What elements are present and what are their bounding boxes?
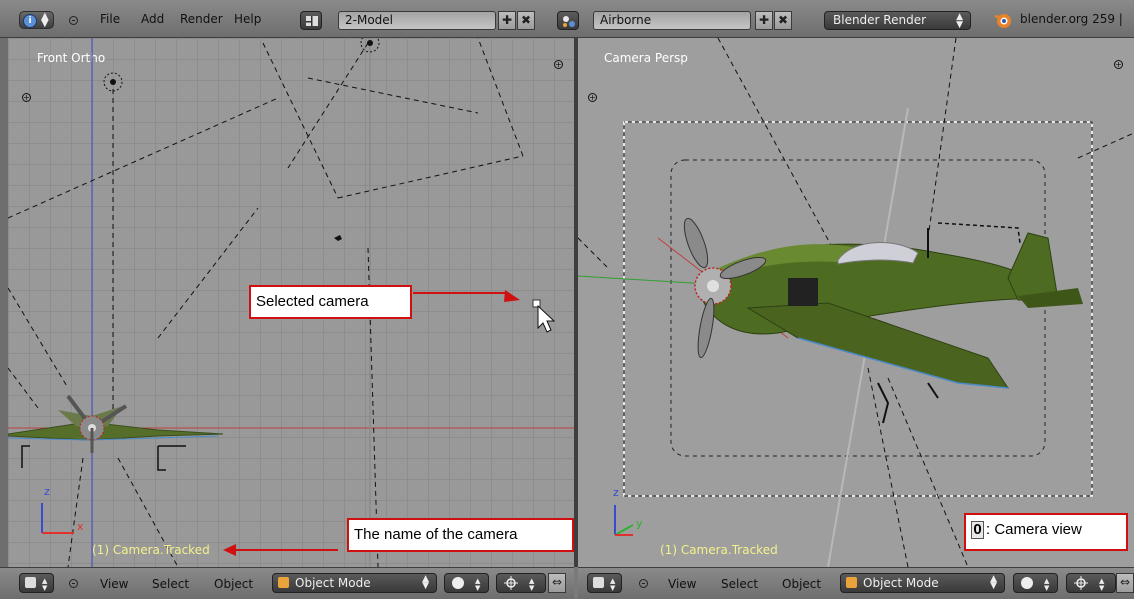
menu-file[interactable]: File xyxy=(100,12,120,26)
editor-type-button[interactable]: ▲ ▼ xyxy=(587,573,622,593)
menu-add[interactable]: Add xyxy=(141,12,164,26)
annotation-camera-name: The name of the camera xyxy=(347,518,574,552)
editor-type-button[interactable]: i ▲ ▼ xyxy=(19,11,54,29)
camera-view-label: : Camera view xyxy=(986,521,1082,538)
render-engine-label: Blender Render xyxy=(833,13,927,27)
active-object-label: (1) Camera.Tracked xyxy=(660,543,778,557)
updown-arrow-icon: ▲ ▼ xyxy=(422,574,429,591)
active-object-label: (1) Camera.Tracked xyxy=(92,543,210,557)
screen-layout-field[interactable]: 2-Model xyxy=(338,11,496,30)
version-info: blender.org 259 | xyxy=(1020,12,1123,26)
menu-view[interactable]: View xyxy=(100,577,128,591)
object-mode-dropdown[interactable]: Object Mode ▲ ▼ xyxy=(840,573,1005,593)
camera-persp-scene xyxy=(578,38,1134,567)
x-axis-label: x xyxy=(77,520,84,533)
menu-help[interactable]: Help xyxy=(234,12,261,26)
footer-right: ▲ ▼ View Select Object Object Mode ▲ ▼ ▲ ▼ … xyxy=(578,567,1134,599)
collapse-menu-icon[interactable] xyxy=(639,579,648,588)
menu-view[interactable]: View xyxy=(668,577,696,591)
manipulator-toggle-icon[interactable]: ⇔ xyxy=(1116,573,1134,593)
footer-left: ▲ ▼ View Select Object Object Mode ▲ ▼ ▲ ▼ … xyxy=(0,567,574,599)
annotation-camera-view: 0: Camera view xyxy=(964,513,1128,551)
mode-label: Object Mode xyxy=(295,576,371,590)
svg-text:▼: ▼ xyxy=(42,584,48,592)
remove-screen-icon[interactable]: ✖ xyxy=(517,11,535,30)
mode-label: Object Mode xyxy=(863,576,939,590)
scene-field[interactable]: Airborne xyxy=(593,11,751,30)
viewport-shading-dropdown[interactable]: ▲ ▼ xyxy=(1013,573,1058,593)
menu-select[interactable]: Select xyxy=(721,577,758,591)
left-edge xyxy=(0,38,8,567)
remove-scene-icon[interactable]: ✖ xyxy=(774,11,792,30)
menu-select[interactable]: Select xyxy=(152,577,189,591)
manipulator-toggle-icon[interactable]: ⇔ xyxy=(548,573,566,593)
add-screen-icon[interactable]: ✚ xyxy=(498,11,516,30)
object-mode-dropdown[interactable]: Object Mode ▲ ▼ xyxy=(272,573,437,593)
y-axis-label: y xyxy=(636,517,643,530)
header-bar: i ▲ ▼ File Add Render Help 2-Model ✚ ✖ Ai… xyxy=(0,0,1134,38)
collapse-menu-icon[interactable] xyxy=(69,579,78,588)
menu-object[interactable]: Object xyxy=(214,577,253,591)
svg-text:▼: ▼ xyxy=(1044,584,1050,592)
svg-text:▼: ▼ xyxy=(1099,584,1105,592)
key-zero-icon: 0 xyxy=(971,521,984,539)
z-axis-label: z xyxy=(613,486,619,499)
updown-arrow-icon: ▲ ▼ xyxy=(990,574,997,591)
viewport-front-ortho[interactable]: Front Ortho + + z x (1) Camera.Tracked S… xyxy=(8,38,574,567)
cube-icon xyxy=(278,577,289,588)
updown-arrow-icon: ▲ ▼ xyxy=(41,11,49,29)
svg-text:▼: ▼ xyxy=(610,584,616,592)
blender-logo-icon xyxy=(994,14,1011,28)
pivot-point-dropdown[interactable]: ▲ ▼ xyxy=(1066,573,1116,593)
collapse-menu-icon[interactable] xyxy=(69,16,78,25)
scene-icon[interactable] xyxy=(557,11,579,30)
z-axis-label: z xyxy=(44,485,50,498)
menu-object[interactable]: Object xyxy=(782,577,821,591)
cube-icon xyxy=(846,577,857,588)
annotation-selected-camera: Selected camera xyxy=(249,285,412,319)
menu-render[interactable]: Render xyxy=(180,12,223,26)
info-icon: i xyxy=(23,14,37,28)
screen-layout-icon[interactable] xyxy=(300,11,322,30)
svg-text:▼: ▼ xyxy=(475,584,481,592)
updown-arrow-icon: ▲ ▼ xyxy=(956,12,963,30)
pivot-point-dropdown[interactable]: ▲ ▼ xyxy=(496,573,546,593)
viewport-shading-dropdown[interactable]: ▲ ▼ xyxy=(444,573,489,593)
render-engine-dropdown[interactable]: Blender Render ▲ ▼ xyxy=(824,11,971,30)
svg-text:▼: ▼ xyxy=(529,584,535,592)
add-scene-icon[interactable]: ✚ xyxy=(755,11,773,30)
viewport-camera-persp[interactable]: Camera Persp + + z y (1) Camera.Tracked … xyxy=(578,38,1134,567)
editor-type-button[interactable]: ▲ ▼ xyxy=(19,573,54,593)
